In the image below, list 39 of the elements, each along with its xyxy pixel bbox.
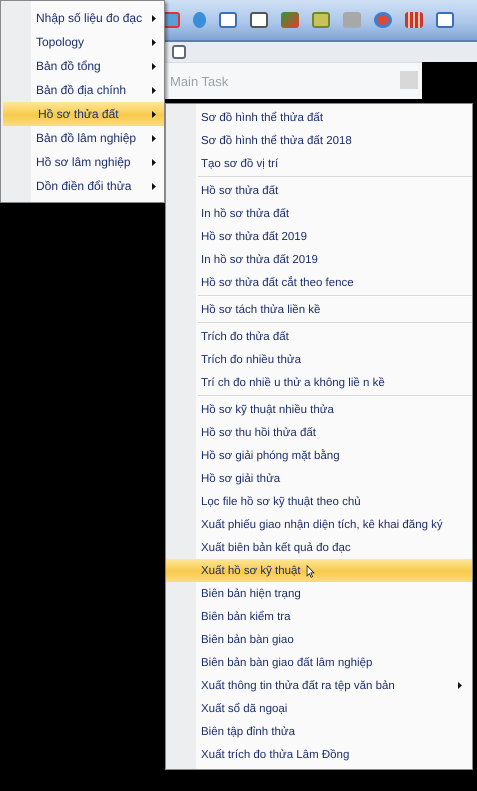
menu-item[interactable]: Trích đo thửa đất — [166, 325, 472, 348]
menu-item[interactable]: Biên bản bàn giao — [166, 628, 472, 651]
menu-item[interactable]: Topology — [1, 30, 164, 54]
menu-item[interactable]: Bản đồ lâm nghiệp — [1, 126, 164, 150]
menu-item[interactable]: Xuất trích đo thửa Lâm Đồng — [166, 743, 472, 766]
menu-item[interactable]: Hồ sơ thửa đất 2019 — [166, 225, 472, 248]
menu-item[interactable]: Sơ đồ hình thể thửa đất 2018 — [166, 129, 472, 152]
menu-item[interactable]: Dồn điền đổi thửa — [1, 174, 164, 198]
menu-item[interactable]: Tạo sơ đồ vị trí — [166, 152, 472, 175]
cursor-icon — [306, 565, 315, 578]
menu-item[interactable]: Hồ sơ thửa đất — [166, 179, 472, 202]
menu-item[interactable]: Trí ch đo nhiề u thử a không liề n kề — [166, 371, 472, 394]
menu-item[interactable]: Biên bản bàn giao đất lâm nghiệp — [166, 651, 472, 674]
menu-item[interactable]: In hồ sơ thửa đất 2019 — [166, 248, 472, 271]
menu-item[interactable]: Hồ sơ thu hồi thửa đất — [166, 421, 472, 444]
window-icon[interactable] — [250, 12, 268, 28]
menu-item[interactable]: Hồ sơ giải phóng mặt bằng — [166, 444, 472, 467]
menu-item[interactable]: Xuất biên bản kết quả đo đạc — [166, 536, 472, 559]
menu-item[interactable]: Bản đồ địa chính — [1, 78, 164, 102]
menu-item[interactable]: Xuất thông tin thửa đất ra tệp văn bản — [166, 674, 472, 697]
menu-item[interactable]: Biên bản hiện trạng — [166, 582, 472, 605]
menu-item[interactable]: In hồ sơ thửa đất — [166, 202, 472, 225]
menu-item[interactable]: Trích đo nhiều thửa — [166, 348, 472, 371]
menu-item[interactable]: Nhập số liệu đo đạc — [1, 6, 164, 30]
menu-item[interactable]: Hồ sơ giải thửa — [166, 467, 472, 490]
menu-item[interactable]: Xuất hồ sơ kỹ thuật — [166, 559, 472, 582]
pane-title: Main Task — [170, 74, 228, 88]
menu-item[interactable]: Xuất phiếu giao nhận diện tích, kê khai đăng ký — [166, 513, 472, 536]
menu-item[interactable]: Bản đồ tổng — [1, 54, 164, 78]
menu-item[interactable]: Biên tập đỉnh thửa — [166, 720, 472, 743]
menu-item[interactable]: Hồ sơ tách thửa liền kề — [166, 298, 472, 321]
menu-item[interactable]: Xuất sổ dã ngoại — [166, 697, 472, 720]
menu-item[interactable]: Lọc file hồ sơ kỹ thuật theo chủ — [166, 490, 472, 513]
menu-item[interactable]: Biên bản kiểm tra — [166, 605, 472, 628]
menu-item[interactable]: Sơ đồ hình thể thửa đất — [166, 106, 472, 129]
menu-item[interactable]: Hồ sơ kỹ thuật nhiều thửa — [166, 398, 472, 421]
menu-item[interactable]: Hồ sơ thửa đất cắt theo fence — [166, 271, 472, 294]
menu-item[interactable]: Hồ sơ lâm nghiệp — [1, 150, 164, 174]
menu-item[interactable]: Hồ sơ thửa đất — [3, 102, 164, 126]
